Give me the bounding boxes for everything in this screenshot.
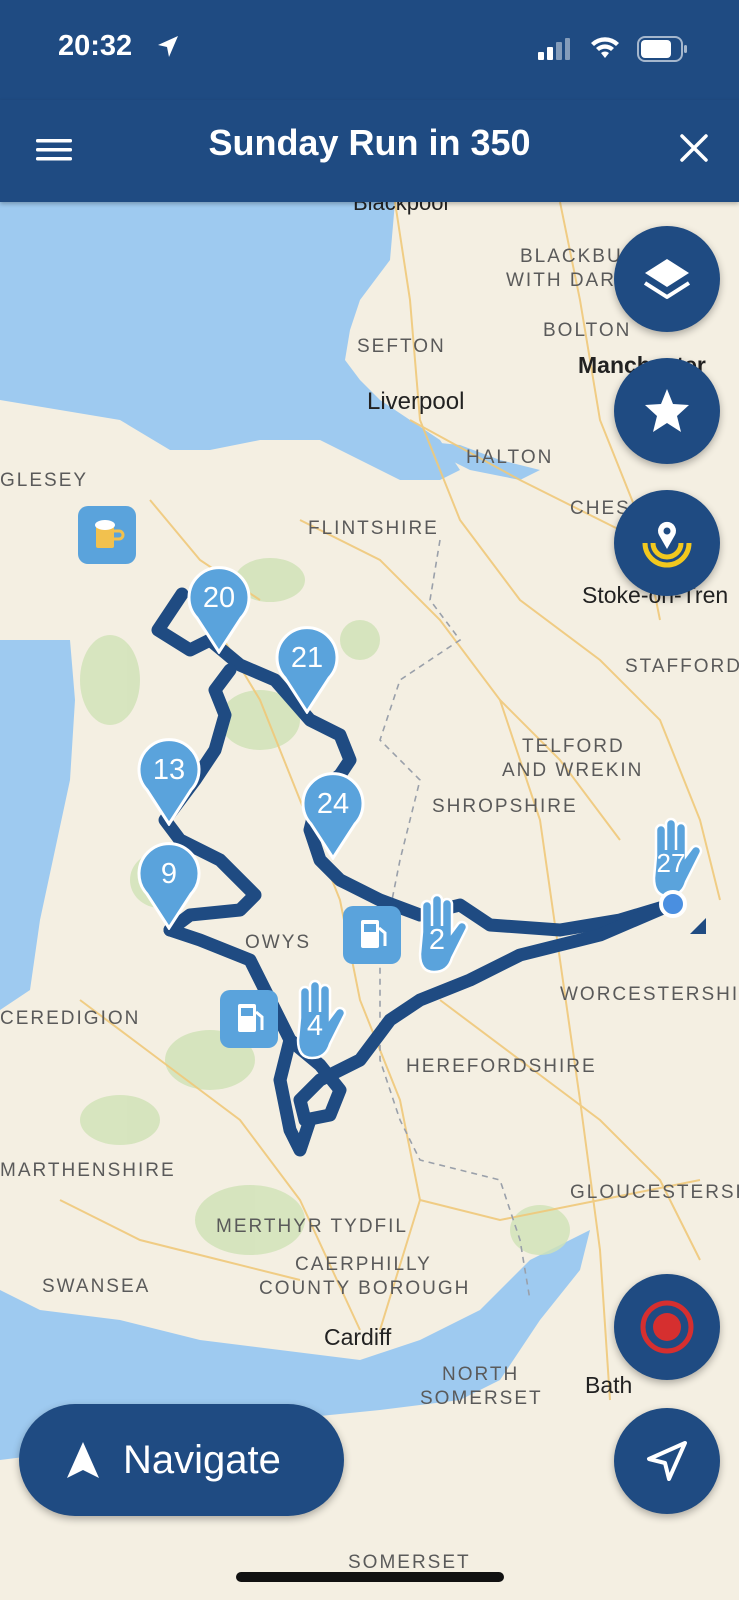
map-label-herefordshire: HEREFORDSHIRE bbox=[406, 1056, 597, 1077]
map-label-telford: TELFORD bbox=[522, 736, 625, 757]
map-label-ceredigion: CEREDIGION bbox=[0, 1008, 141, 1029]
status-bar: 20:32 bbox=[0, 0, 739, 100]
map-label-gloucestershire: GLOUCESTERSH bbox=[570, 1182, 739, 1203]
waypoint-number: 20 bbox=[202, 582, 236, 614]
waypoint-number: 9 bbox=[160, 858, 178, 890]
navigate-label: Navigate bbox=[123, 1437, 281, 1482]
stop-number: 27 bbox=[656, 848, 686, 878]
waypoint-number: 21 bbox=[290, 642, 324, 674]
find-nearby-button[interactable] bbox=[614, 490, 720, 596]
map-label-powys: OWYS bbox=[245, 932, 312, 953]
map-label-caerphilly: CAERPHILLY bbox=[295, 1254, 432, 1275]
map-label-north: NORTH bbox=[442, 1364, 520, 1385]
map-layers-button[interactable] bbox=[614, 226, 720, 332]
waypoint-marker[interactable]: 9 bbox=[137, 842, 201, 930]
stop-number: 2 bbox=[428, 924, 446, 956]
map-label-anglesey: GLESEY bbox=[0, 470, 89, 491]
map-label-liverpool: Liverpool bbox=[367, 388, 465, 415]
home-indicator[interactable] bbox=[236, 1572, 504, 1582]
waypoint-marker[interactable]: 24 bbox=[301, 772, 365, 860]
stop-hand-marker[interactable]: 4 bbox=[288, 978, 348, 1062]
map-label-somerset-south: SOMERSET bbox=[348, 1552, 471, 1573]
map-label-county-borough: COUNTY BOROUGH bbox=[259, 1278, 471, 1299]
waypoint-marker[interactable]: 21 bbox=[275, 626, 339, 714]
waypoint-marker[interactable]: 13 bbox=[137, 738, 201, 826]
heading-arrow-icon bbox=[690, 918, 706, 934]
layers-icon bbox=[643, 259, 691, 299]
location-services-icon bbox=[158, 36, 178, 57]
map-label-bath: Bath bbox=[585, 1372, 633, 1398]
map-label-somerset: SOMERSET bbox=[420, 1388, 543, 1409]
beer-icon[interactable] bbox=[78, 506, 136, 564]
cellular-signal-icon bbox=[538, 38, 570, 60]
waypoint-number: 24 bbox=[316, 788, 350, 820]
map-label-sefton: SEFTON bbox=[357, 336, 446, 357]
star-icon bbox=[645, 389, 689, 432]
map-label-blackburn: BLACKBU bbox=[520, 246, 623, 267]
map-label-halton: HALTON bbox=[466, 447, 554, 468]
navigate-arrow-icon bbox=[67, 1442, 99, 1478]
map-label-withdar: WITH DAR bbox=[506, 270, 616, 291]
fuel-icon[interactable] bbox=[343, 906, 401, 964]
stop-number: 4 bbox=[306, 1010, 324, 1042]
navigation-arrow-icon bbox=[647, 1441, 687, 1481]
waypoint-marker[interactable]: 20 bbox=[187, 566, 251, 654]
map-label-shropshire: SHROPSHIRE bbox=[432, 796, 578, 817]
waypoint-number: 13 bbox=[152, 754, 186, 786]
map-label-swansea: SWANSEA bbox=[42, 1276, 151, 1297]
navigate-button[interactable]: Navigate bbox=[19, 1404, 344, 1516]
close-icon[interactable] bbox=[670, 124, 718, 172]
map-label-worcestershire: WORCESTERSHIR bbox=[560, 984, 739, 1005]
map-label-wrekin: AND WREKIN bbox=[502, 760, 644, 781]
page-title: Sunday Run in 350 bbox=[208, 122, 531, 163]
map-label-merthyr: MERTHYR TYDFIL bbox=[216, 1216, 408, 1237]
location-target-icon bbox=[642, 521, 692, 568]
app-header: Sunday Run in 350 bbox=[0, 100, 739, 202]
map-label-stafford: STAFFORD bbox=[625, 656, 739, 677]
map-label-carmarthenshire: MARTHENSHIRE bbox=[0, 1160, 176, 1181]
battery-icon bbox=[637, 36, 687, 62]
stop-hand-marker[interactable]: 2 bbox=[410, 892, 470, 976]
record-icon bbox=[640, 1300, 694, 1354]
status-time: 20:32 bbox=[58, 30, 133, 62]
map-label-cardiff: Cardiff bbox=[324, 1324, 392, 1350]
fuel-icon[interactable] bbox=[220, 990, 278, 1048]
wifi-icon bbox=[591, 37, 619, 58]
map-label-bolton: BOLTON bbox=[543, 320, 632, 341]
locate-me-button[interactable] bbox=[614, 1408, 720, 1514]
current-location-dot bbox=[659, 890, 687, 918]
favorites-button[interactable] bbox=[614, 358, 720, 464]
record-button[interactable] bbox=[614, 1274, 720, 1380]
stop-hand-marker[interactable]: 27 bbox=[644, 816, 704, 900]
map-label-flintshire: FLINTSHIRE bbox=[308, 518, 439, 539]
